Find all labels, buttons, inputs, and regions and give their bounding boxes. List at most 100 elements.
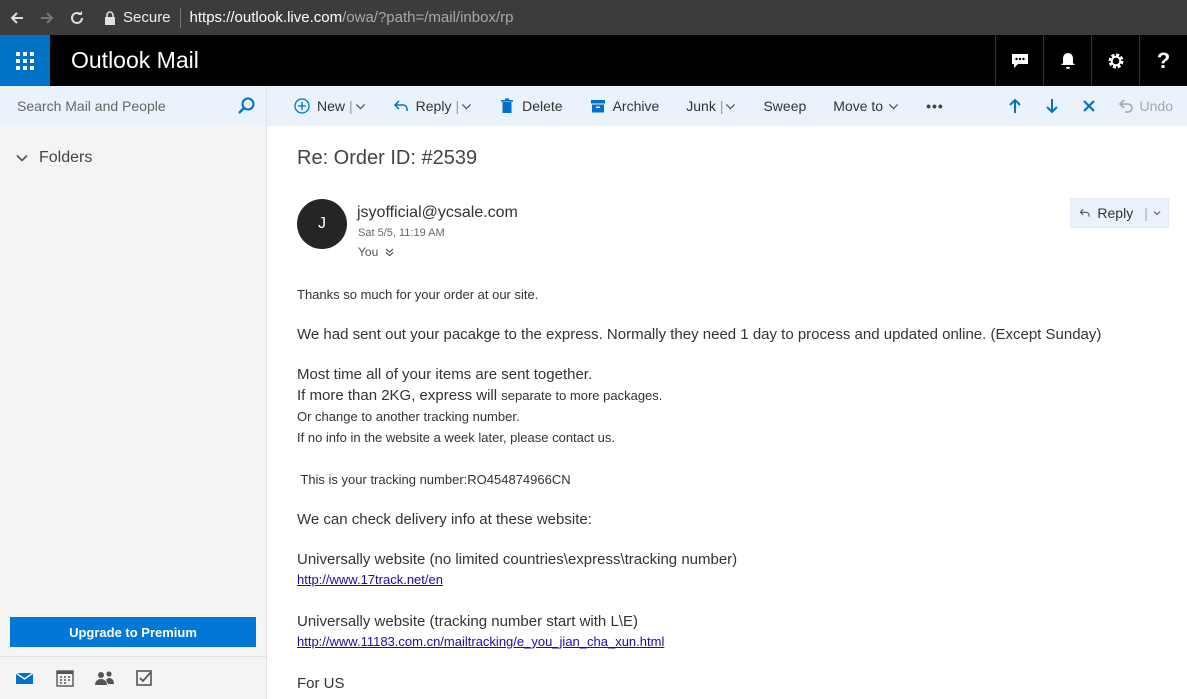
arrow-up-icon [1009,98,1021,113]
body-line: We can check delivery info at these webs… [297,511,592,528]
message-reply-button[interactable]: Reply | [1070,198,1169,228]
previous-item-button[interactable] [997,98,1034,114]
new-button[interactable]: New | [294,98,366,114]
reply-all-button[interactable]: Reply | [393,98,472,114]
chevron-down-icon[interactable] [725,101,736,112]
divider: | [349,98,353,114]
lock-icon [105,10,115,25]
feedback-icon [1011,53,1028,68]
feedback-button[interactable] [995,35,1043,86]
mail-module-button[interactable] [15,669,55,687]
chevron-down-icon [889,103,899,109]
reply-icon [1079,209,1090,217]
body-line-part: separate to more packages. [501,388,663,403]
chevron-down-icon[interactable] [461,101,472,112]
archive-icon [590,100,605,113]
sent-timestamp: Sat 5/5, 11:19 AM [358,227,445,239]
waffle-icon [16,51,34,70]
body-line: Universally website (tracking number sta… [297,613,638,630]
archive-button[interactable]: Archive [590,98,659,114]
junk-button[interactable]: Junk | [686,98,736,114]
search-input[interactable]: Search Mail and People [0,86,266,126]
new-label: New [317,98,346,114]
body-line: We had sent out your pacakge to the expr… [297,326,1102,343]
delete-label: Delete [522,98,563,114]
undo-icon [1118,99,1133,113]
help-button[interactable]: ? [1139,35,1187,86]
body-line: Thanks so much for your order at our sit… [297,287,539,302]
body-line-part: If more than 2KG, express will [297,387,502,404]
move-to-button[interactable]: Move to [833,98,899,114]
url-path: /owa/?path=/mail/inbox/rp [342,9,514,26]
double-chevron-down-icon [385,247,394,256]
divider: | [1144,205,1148,221]
command-bar: New | Reply | Delete Archive Junk | Swee… [267,86,1187,126]
reload-icon [71,10,83,24]
upgrade-premium-button[interactable]: Upgrade to Premium [10,617,256,647]
url-host: https://outlook.live.com [189,9,343,26]
tasks-icon [136,670,152,686]
recipient-label: You [358,245,379,259]
body-line: For US [297,675,345,692]
tracking-link-11183[interactable]: http://www.11183.com.cn/mailtracking/e_y… [297,634,664,649]
search-icon[interactable] [236,96,256,116]
secure-label: Secure [123,9,171,26]
trash-icon [501,98,514,113]
header-icons: ? [995,35,1187,86]
undo-label: Undo [1139,98,1173,114]
left-pane: Search Mail and People Folders Upgrade t… [0,86,267,699]
settings-button[interactable] [1091,35,1139,86]
chevron-down-icon[interactable] [355,101,366,112]
tracking-number-line: This is your tracking number:RO454874966… [297,472,571,487]
calendar-icon [56,670,74,687]
people-icon [95,671,114,685]
gear-icon [1108,53,1123,68]
back-arrow-icon [10,11,23,24]
junk-label: Junk [686,98,716,114]
arrow-down-icon [1046,99,1058,114]
delete-button[interactable]: Delete [499,98,563,114]
reload-button[interactable] [64,5,90,31]
forward-button[interactable] [34,5,60,31]
reply-label: Reply [1097,205,1134,221]
reply-label: Reply [415,98,452,114]
tracking-link-17track[interactable]: http://www.17track.net/en [297,572,443,587]
folders-toggle[interactable]: Folders [0,126,266,167]
address-bar[interactable]: Secure https://outlook.live.com/owa/?pat… [104,7,514,28]
notifications-button[interactable] [1043,35,1091,86]
chevron-down-icon [16,154,28,162]
module-switcher [0,656,266,699]
body-line: If more than 2KG, express will separate … [297,387,1157,404]
plus-circle-icon [294,98,310,114]
more-icon: ••• [926,98,944,114]
body-line: If no info in the website a week later, … [297,430,615,445]
people-module-button[interactable] [95,669,135,687]
tasks-module-button[interactable] [135,669,175,687]
calendar-module-button[interactable] [55,669,95,687]
next-item-button[interactable] [1034,98,1071,114]
undo-button[interactable]: Undo [1118,98,1173,114]
more-actions-button[interactable]: ••• [926,98,944,114]
body-line: Most time all of your items are sent tog… [297,366,593,383]
app-launcher-button[interactable] [0,35,50,86]
sender-address[interactable]: jsyofficial@ycsale.com [357,204,518,222]
body-line: Universally website (no limited countrie… [297,551,738,568]
divider: | [455,98,460,114]
sweep-button[interactable]: Sweep [763,98,806,114]
reading-pane: Re: Order ID: #2539 J jsyofficial@ycsale… [267,126,1187,699]
app-title: Outlook Mail [71,47,199,73]
close-reading-pane-button[interactable] [1071,98,1108,114]
recipients-toggle[interactable]: You [358,245,394,259]
divider: | [719,98,724,114]
body-line: Or change to another tracking number. [297,409,520,424]
bell-icon [1060,52,1075,69]
command-bar-right: Undo [997,86,1173,126]
chevron-down-icon[interactable] [1153,208,1161,218]
move-to-label: Move to [833,98,884,114]
forward-arrow-icon [41,11,54,24]
mail-icon [15,672,34,684]
back-button[interactable] [4,5,30,31]
browser-toolbar: Secure https://outlook.live.com/owa/?pat… [0,0,1187,35]
avatar[interactable]: J [297,199,347,249]
sweep-label: Sweep [763,98,807,114]
